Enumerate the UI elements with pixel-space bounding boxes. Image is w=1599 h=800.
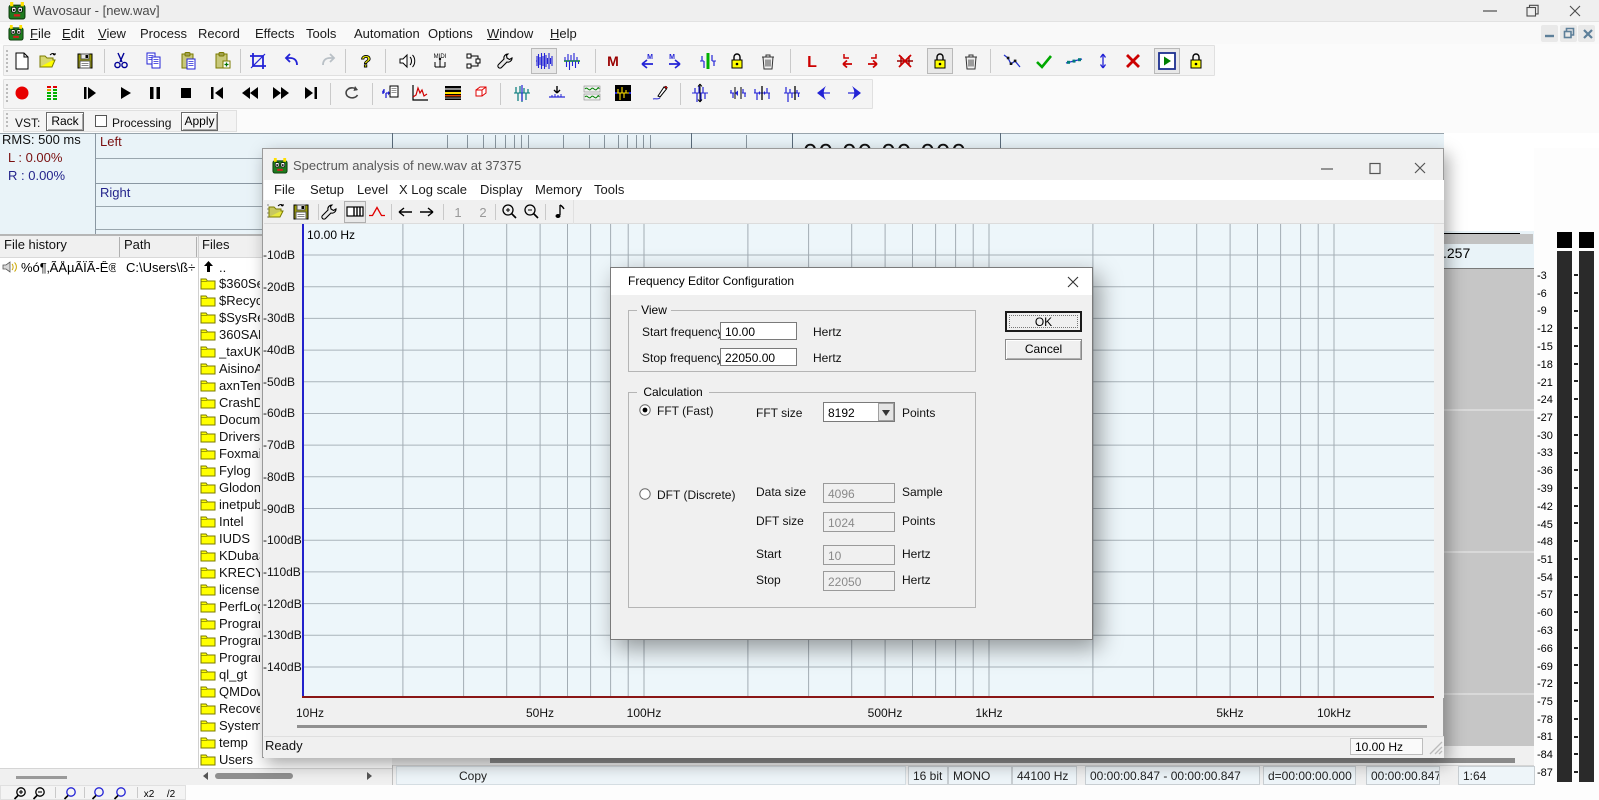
svg-text:L: L — [807, 54, 817, 71]
svg-text:M: M — [647, 54, 653, 61]
svg-text:x2: x2 — [144, 789, 155, 800]
svg-text:2: 2 — [479, 205, 486, 220]
svg-text:/2: /2 — [167, 789, 176, 800]
svg-text:1: 1 — [454, 205, 461, 220]
svg-text:?: ? — [361, 52, 371, 71]
svg-text:M: M — [669, 54, 675, 61]
svg-text:M: M — [607, 53, 619, 69]
